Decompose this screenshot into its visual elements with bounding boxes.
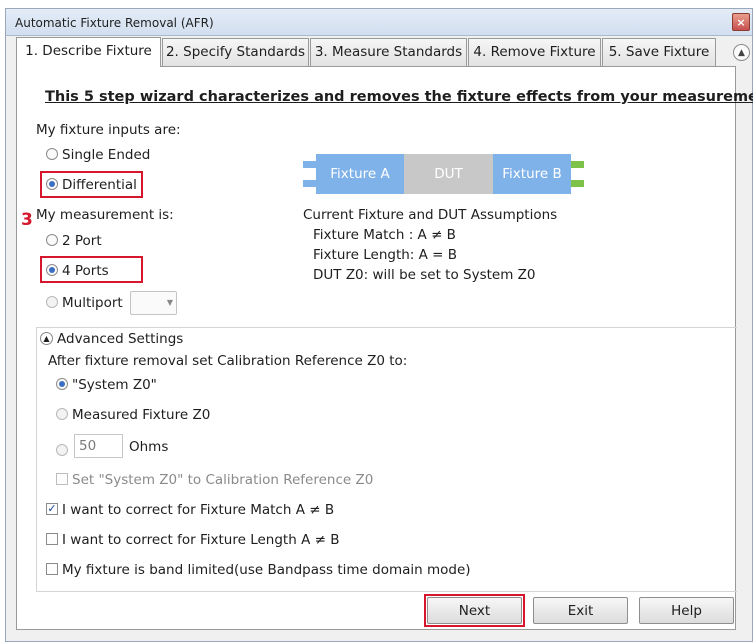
radio-label: Measured Fixture Z0 — [72, 407, 211, 423]
fixture-a-label: Fixture A — [330, 166, 390, 182]
advanced-settings-toggle[interactable]: ▲ Advanced Settings — [40, 331, 183, 347]
title-bar: Automatic Fixture Removal (AFR) × — [6, 9, 752, 36]
checkbox-icon — [46, 563, 58, 575]
differential-highlight-box — [40, 171, 143, 198]
wizard-tabs: 1. Describe Fixture 2. Specify Standards… — [16, 37, 750, 67]
wizard-header: This 5 step wizard characterizes and rem… — [45, 89, 753, 105]
checkbox-label: Set "System Z0" to Calibration Reference… — [72, 472, 374, 488]
describe-fixture-panel: This 5 step wizard characterizes and rem… — [16, 66, 753, 630]
checkbox-label: I want to correct for Fixture Match A ≠ … — [62, 502, 335, 518]
radio-icon — [56, 444, 68, 456]
assumption-match: Fixture Match : A ≠ B — [313, 227, 456, 243]
ohms-value: 50 — [79, 438, 97, 454]
correct-fixture-match-checkbox[interactable]: ✓ I want to correct for Fixture Match A ≠… — [46, 502, 334, 518]
measured-fixture-z0-radio[interactable]: Measured Fixture Z0 — [56, 407, 210, 423]
close-button[interactable]: × — [732, 13, 750, 31]
assumption-length: Fixture Length: A = B — [313, 247, 458, 263]
radio-icon — [56, 408, 68, 420]
window-title: Automatic Fixture Removal (AFR) — [15, 16, 214, 30]
radio-icon — [46, 296, 58, 308]
multiport-radio[interactable]: Multiport — [46, 295, 123, 311]
band-limited-checkbox[interactable]: My fixture is band limited(use Bandpass … — [46, 562, 471, 578]
right-pin-bottom — [571, 180, 584, 187]
fixture-a-block: Fixture A — [316, 154, 404, 194]
radio-label: "System Z0" — [72, 377, 157, 393]
custom-z0-radio[interactable] — [56, 443, 72, 459]
multiport-dropdown[interactable]: ▼ — [130, 291, 177, 315]
advanced-settings-title: Advanced Settings — [57, 331, 184, 347]
set-system-z0-checkbox[interactable]: Set "System Z0" to Calibration Reference… — [56, 472, 373, 488]
tab-save-fixture[interactable]: 5. Save Fixture — [602, 38, 716, 66]
ohms-unit-label: Ohms — [129, 439, 169, 455]
tab-label: 2. Specify Standards — [165, 44, 306, 60]
calibration-ref-description: After fixture removal set Calibration Re… — [48, 353, 408, 369]
checkbox-label: I want to correct for Fixture Length A ≠… — [62, 532, 340, 548]
help-button[interactable]: Help — [639, 597, 734, 624]
fixture-b-label: Fixture B — [502, 166, 562, 182]
single-ended-radio[interactable]: Single Ended — [46, 147, 150, 163]
chevron-up-circle-icon: ▲ — [40, 331, 53, 345]
chevron-down-icon: ▼ — [166, 298, 173, 307]
tab-label: 1. Describe Fixture — [25, 43, 152, 59]
radio-label: 2 Port — [62, 233, 102, 249]
exit-button[interactable]: Exit — [533, 597, 628, 624]
tab-remove-fixture[interactable]: 4. Remove Fixture — [468, 38, 601, 66]
step-marker: 3 — [21, 210, 33, 230]
measurement-label: My measurement is: — [36, 207, 174, 223]
two-port-radio[interactable]: 2 Port — [46, 233, 102, 249]
dut-label: DUT — [434, 166, 463, 182]
checkmark-icon: ✓ — [46, 502, 58, 515]
fixture-b-block: Fixture B — [493, 154, 571, 194]
radio-label: Single Ended — [62, 147, 151, 163]
tab-label: 4. Remove Fixture — [473, 44, 596, 60]
next-highlight-box — [424, 594, 525, 627]
radio-icon — [46, 234, 58, 246]
left-pin-top — [303, 161, 316, 168]
checkbox-icon — [46, 533, 58, 545]
checkbox-label: My fixture is band limited(use Bandpass … — [62, 562, 471, 578]
dut-block: DUT — [404, 154, 493, 194]
four-ports-highlight-box — [40, 256, 143, 283]
tab-label: 3. Measure Standards — [314, 44, 463, 60]
radio-icon — [46, 148, 58, 160]
right-pin-top — [571, 161, 584, 168]
assumption-dut-z0: DUT Z0: will be set to System Z0 — [313, 267, 536, 283]
system-z0-radio[interactable]: "System Z0" — [56, 377, 157, 393]
tab-measure-standards[interactable]: 3. Measure Standards — [310, 38, 467, 66]
assumptions-title: Current Fixture and DUT Assumptions — [303, 207, 558, 223]
correct-fixture-length-checkbox[interactable]: I want to correct for Fixture Length A ≠… — [46, 532, 339, 548]
close-icon: × — [736, 15, 746, 29]
tab-describe-fixture[interactable]: 1. Describe Fixture — [16, 37, 161, 67]
ohms-value-input[interactable]: 50 — [74, 434, 123, 458]
checkbox-icon — [56, 473, 68, 485]
fixture-diagram: Fixture A DUT Fixture B — [303, 154, 584, 194]
chevron-up-circle-icon[interactable]: ▲ — [733, 44, 750, 61]
left-pin-bottom — [303, 180, 316, 187]
radio-label: Multiport — [62, 295, 123, 311]
tab-label: 5. Save Fixture — [608, 44, 710, 60]
radio-checked-icon — [56, 378, 68, 390]
fixture-inputs-label: My fixture inputs are: — [36, 122, 181, 138]
tab-specify-standards[interactable]: 2. Specify Standards — [162, 38, 309, 66]
